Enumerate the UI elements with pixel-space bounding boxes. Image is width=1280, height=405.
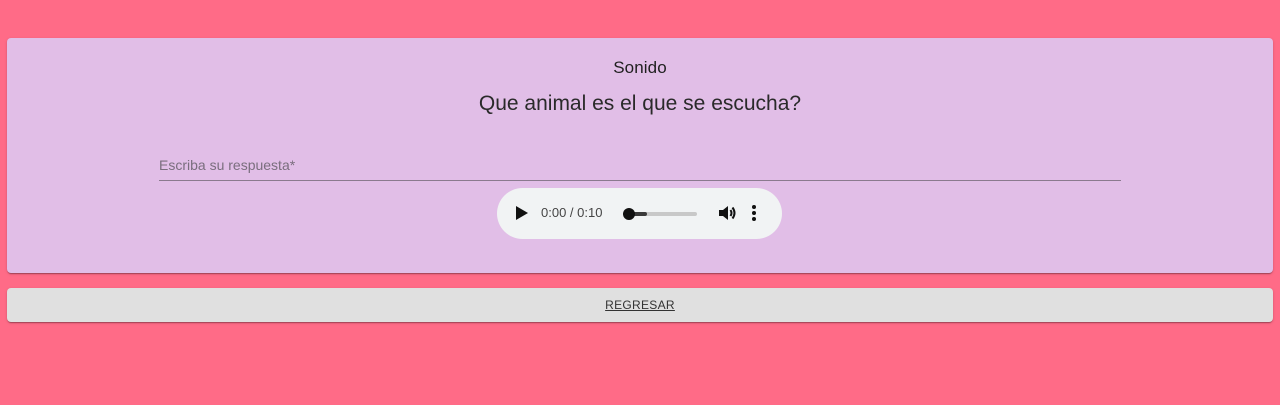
answer-field[interactable] xyxy=(159,150,1121,181)
audio-progress-slider[interactable] xyxy=(623,208,697,220)
play-icon[interactable] xyxy=(515,205,529,221)
audio-player: 0:00 / 0:10 xyxy=(497,188,782,239)
back-button[interactable]: REGRESAR xyxy=(7,288,1273,322)
question-card: Sonido Que animal es el que se escucha? … xyxy=(7,38,1273,273)
card-title: Sonido xyxy=(613,58,667,77)
more-vertical-icon[interactable] xyxy=(750,203,758,223)
audio-time: 0:00 / 0:10 xyxy=(541,205,603,220)
audio-progress-thumb[interactable] xyxy=(623,208,635,220)
back-button-label: REGRESAR xyxy=(605,298,675,312)
answer-input[interactable] xyxy=(159,154,1121,176)
volume-icon[interactable] xyxy=(717,203,737,223)
question-text: Que animal es el que se escucha? xyxy=(478,92,802,115)
